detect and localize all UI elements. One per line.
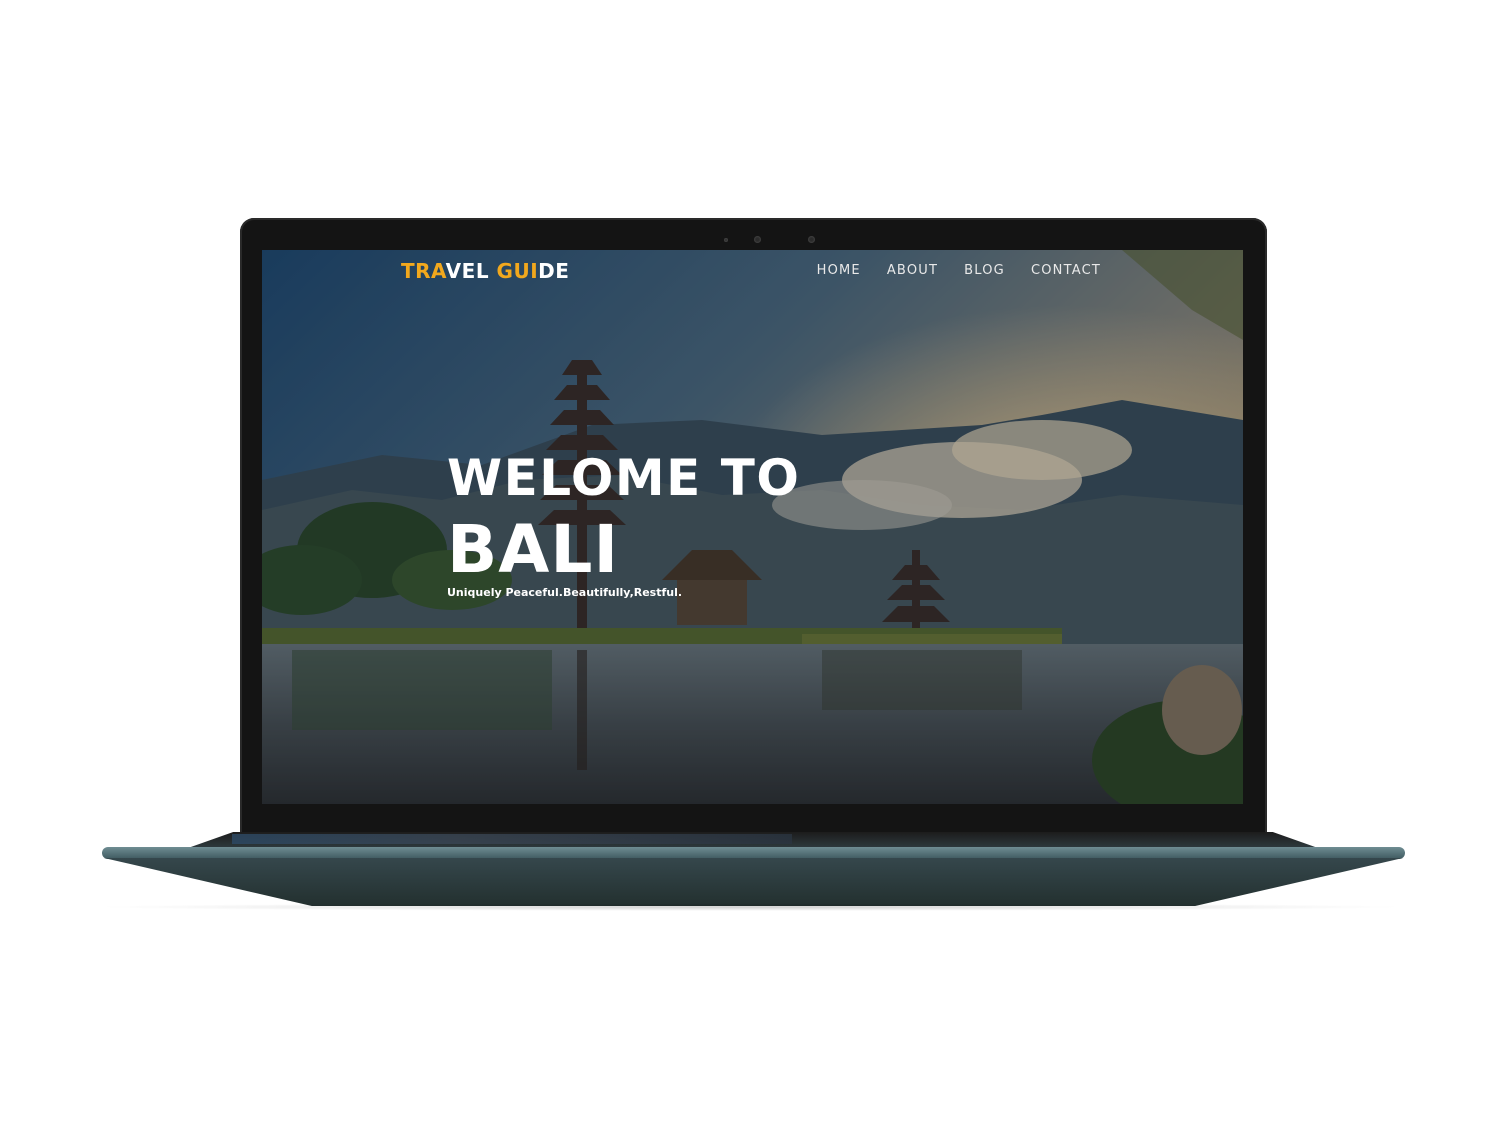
hero-subtitle: Uniquely Peaceful.Beautifully,Restful. bbox=[447, 586, 683, 599]
hero-section: WELOME TO BALI Uniquely Peaceful.Beautif… bbox=[447, 446, 800, 599]
sensor-icon bbox=[808, 236, 815, 243]
logo-part: VEL bbox=[445, 259, 497, 283]
laptop-screen: TRAVEL GUIDE HOME ABOUT BLOG CONTACT WEL… bbox=[262, 250, 1243, 804]
nav-link-home[interactable]: HOME bbox=[817, 263, 861, 278]
nav-link-about[interactable]: ABOUT bbox=[887, 263, 938, 278]
mockup-stage: TRAVEL GUIDE HOME ABOUT BLOG CONTACT WEL… bbox=[0, 0, 1501, 1126]
laptop-base bbox=[104, 858, 1403, 906]
hero-destination: BALI bbox=[447, 511, 619, 588]
laptop-lid: TRAVEL GUIDE HOME ABOUT BLOG CONTACT WEL… bbox=[240, 218, 1267, 838]
nav-menu: HOME ABOUT BLOG CONTACT bbox=[817, 263, 1101, 278]
site-logo[interactable]: TRAVEL GUIDE bbox=[401, 259, 569, 283]
hero-heading: WELOME TO bbox=[447, 449, 801, 507]
logo-part: TRA bbox=[401, 259, 446, 283]
logo-part: DE bbox=[538, 259, 570, 283]
nav-link-contact[interactable]: CONTACT bbox=[1031, 263, 1101, 278]
logo-part: GUI bbox=[496, 259, 539, 283]
laptop-base-edge bbox=[102, 847, 1405, 859]
sensor-icon bbox=[724, 238, 728, 242]
laptop-shadow bbox=[90, 903, 1410, 911]
webcam-icon bbox=[754, 236, 761, 243]
site-navbar: TRAVEL GUIDE HOME ABOUT BLOG CONTACT bbox=[262, 250, 1243, 292]
nav-link-blog[interactable]: BLOG bbox=[964, 263, 1005, 278]
screen-reflection bbox=[232, 834, 792, 844]
